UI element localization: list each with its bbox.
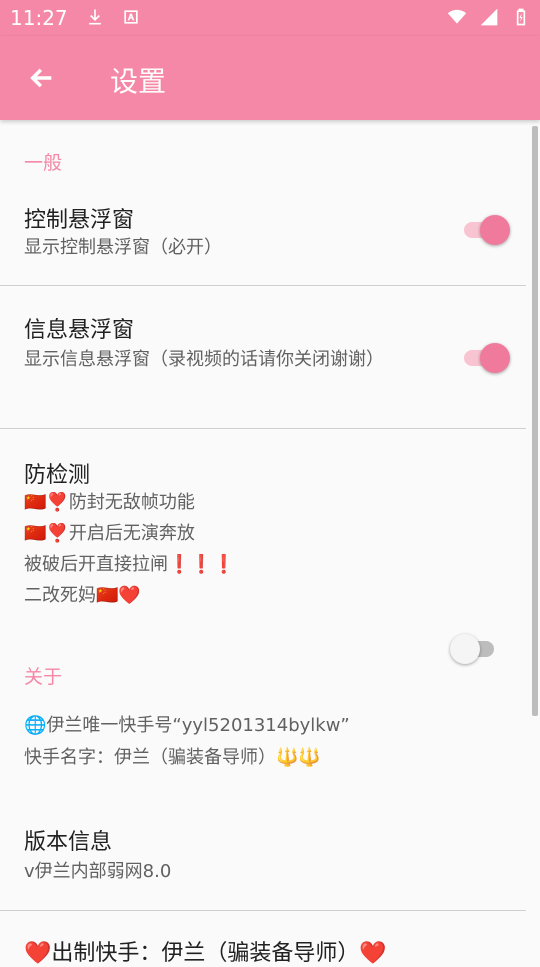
status-bar: 11:27 [0, 0, 540, 36]
anti-detect-toggle[interactable] [450, 634, 506, 664]
scrollbar[interactable] [532, 126, 538, 716]
pref-control-float[interactable]: 控制悬浮窗 显示控制悬浮窗（必开） [0, 186, 526, 284]
battery-icon [510, 6, 532, 28]
text-icon [120, 6, 142, 28]
pref-summary: 显示信息悬浮窗（录视频的话请你关闭谢谢） [24, 349, 384, 370]
info-float-toggle[interactable] [460, 343, 516, 373]
pref-title: 防检测 [24, 463, 91, 488]
pref-summary: v伊兰内部弱网8.0 [24, 861, 172, 882]
anti-detect-line: 二改死妈🇨🇳❤️ [24, 585, 141, 606]
status-left-icons [84, 6, 142, 28]
section-header-general: 一般 [24, 152, 63, 174]
pref-summary: 显示控制悬浮窗（必开） [24, 237, 222, 258]
page-title: 设置 [110, 65, 167, 98]
wifi-icon [446, 6, 468, 28]
pref-kuaishou[interactable]: 🌐伊兰唯一快手号“yyl5201314bylkw” 快手名字：伊兰（骗装备导师）… [0, 700, 526, 790]
settings-list[interactable]: 一般 控制悬浮窗 显示控制悬浮窗（必开） 信息悬浮窗 显示信息悬浮窗（录视频的话… [0, 120, 540, 966]
pref-summary: 🇨🇳❣️防封无敌帧功能 🇨🇳❣️开启后无演奔放 被破后开直接拉闸❗❗❗ 二改死妈… [24, 487, 424, 611]
pref-version[interactable]: 版本信息 v伊兰内部弱网8.0 [0, 810, 526, 910]
anti-detect-line: 🇨🇳❣️防封无敌帧功能 [24, 492, 195, 513]
status-time: 11:27 [10, 6, 68, 30]
section-header-about: 关于 [24, 666, 63, 688]
kuaishou-line-1: 🌐伊兰唯一快手号“yyl5201314bylkw” [24, 715, 350, 736]
status-right-icons [446, 6, 532, 28]
pref-title: 版本信息 [24, 830, 113, 855]
pref-anti-detect[interactable]: 防检测 🇨🇳❣️防封无敌帧功能 🇨🇳❣️开启后无演奔放 被破后开直接拉闸❗❗❗ … [0, 429, 526, 664]
back-button[interactable] [22, 58, 62, 98]
app-bar: 设置 [0, 36, 540, 120]
anti-detect-line: 被破后开直接拉闸❗❗❗ [24, 554, 236, 575]
pref-producer[interactable]: ❤️出制快手：伊兰（骗装备导师）❤️ [0, 911, 526, 966]
download-icon [84, 6, 106, 28]
kuaishou-line-2: 快手名字：伊兰（骗装备导师）🔱🔱 [24, 747, 321, 768]
control-float-toggle[interactable] [460, 215, 516, 245]
pref-title: ❤️出制快手：伊兰（骗装备导师）❤️ [24, 941, 387, 966]
signal-icon [478, 6, 500, 28]
arrow-left-icon [30, 68, 52, 88]
anti-detect-line: 🇨🇳❣️开启后无演奔放 [24, 523, 195, 544]
pref-title: 信息悬浮窗 [24, 318, 135, 343]
pref-info-float[interactable]: 信息悬浮窗 显示信息悬浮窗（录视频的话请你关闭谢谢） [0, 286, 526, 428]
pref-title: 控制悬浮窗 [24, 208, 135, 233]
